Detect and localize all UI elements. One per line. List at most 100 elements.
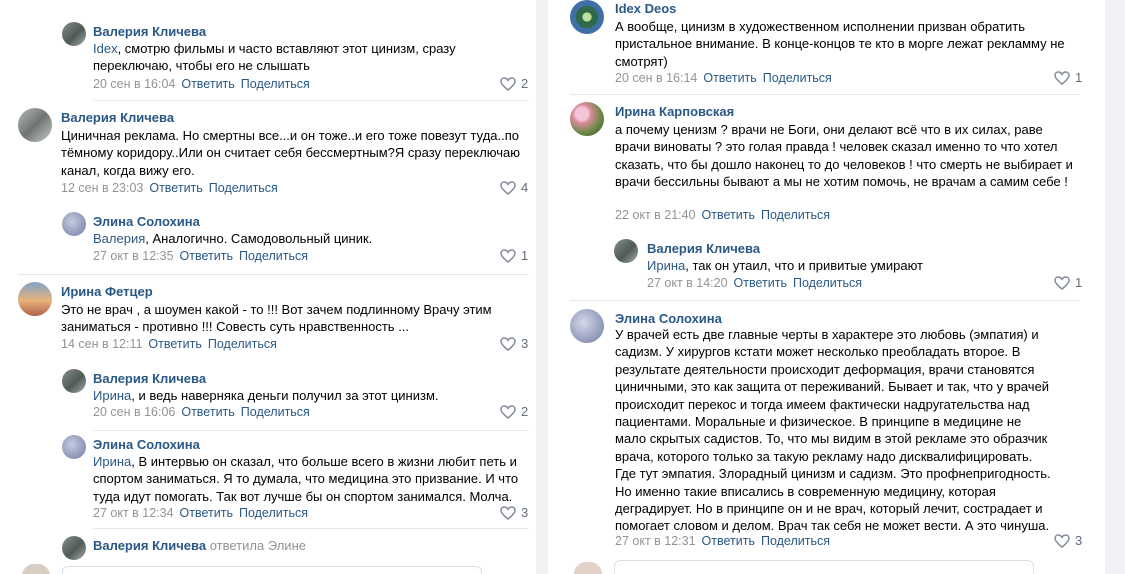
like-button[interactable]: 2 [500, 404, 528, 419]
avatar[interactable] [570, 102, 604, 136]
author-name[interactable]: Валерия Кличева [61, 110, 174, 125]
like-count: 3 [1075, 533, 1083, 548]
like-count: 3 [521, 336, 529, 351]
comment-text: Ирина, и ведь наверняка деньги получил з… [93, 388, 439, 403]
like-button[interactable]: 1 [500, 248, 528, 263]
reply-link[interactable]: Ответить [180, 506, 233, 520]
comment-date[interactable]: 27 окт в 14:20 [647, 276, 728, 290]
reply-link[interactable]: Ответить [181, 405, 234, 419]
like-button[interactable]: 2 [500, 76, 528, 91]
avatar[interactable] [570, 309, 604, 343]
author-name[interactable]: Валерия Кличева ответила Элине [93, 538, 306, 553]
comment-reply: Валерия Кличева Ирина, так он утаил, что… [614, 239, 1105, 295]
avatar[interactable] [62, 536, 86, 560]
heart-icon [1054, 275, 1070, 290]
like-button[interactable]: 3 [1054, 533, 1082, 548]
share-link[interactable]: Поделиться [793, 276, 862, 290]
comment-meta: 27 окт в 12:31 Ответить Поделиться [615, 534, 830, 548]
author-name[interactable]: Элина Солохина [615, 311, 722, 326]
left-comments-column: Валерия Кличева Idex, смотрю фильмы и ча… [0, 0, 536, 574]
right-comments-column: Idex Deos А вообще, цинизм в художествен… [548, 0, 1105, 574]
heart-icon [1054, 533, 1070, 548]
share-link[interactable]: Поделиться [239, 506, 308, 520]
avatar[interactable] [62, 369, 86, 393]
reply-link[interactable]: Ответить [702, 208, 755, 222]
author-name[interactable]: Ирина Карповская [615, 104, 734, 119]
reply-addressee[interactable]: Ирина [93, 388, 131, 403]
comment-meta: 12 сен в 23:03 Ответить Поделиться [61, 181, 278, 195]
reply-addressee[interactable]: Ирина [647, 258, 685, 273]
comment-date[interactable]: 27 окт в 12:34 [93, 506, 174, 520]
comment-date[interactable]: 22 окт в 21:40 [615, 208, 696, 222]
like-button[interactable]: 1 [1054, 70, 1082, 85]
heart-icon [500, 248, 516, 263]
like-button[interactable]: 3 [500, 336, 528, 351]
comment-date[interactable]: 12 сен в 23:03 [61, 181, 143, 195]
comment-input[interactable] [62, 566, 482, 574]
reply-link[interactable]: Ответить [180, 249, 233, 263]
avatar[interactable] [62, 212, 86, 236]
avatar[interactable] [22, 564, 50, 574]
reply-link[interactable]: Ответить [181, 77, 234, 91]
avatar[interactable] [18, 282, 52, 316]
avatar[interactable] [18, 108, 52, 142]
comment-meta: 22 окт в 21:40 Ответить Поделиться [615, 208, 830, 222]
like-count: 1 [521, 248, 529, 263]
share-link[interactable]: Поделиться [241, 405, 310, 419]
author-name[interactable]: Валерия Кличева [647, 241, 760, 256]
right-gutter [1105, 0, 1125, 574]
separator [93, 430, 529, 431]
reply-addressee[interactable]: Валерия [93, 231, 145, 246]
like-button[interactable]: 1 [1054, 275, 1082, 290]
author-name[interactable]: Ирина Фетцер [61, 284, 153, 299]
comment: Ирина Карповская а почему ценизм ? врачи… [570, 102, 1105, 226]
column-gutter [536, 0, 548, 574]
avatar[interactable] [570, 0, 604, 34]
share-link[interactable]: Поделиться [763, 71, 832, 85]
comment-text: Ирина, так он утаил, что и привитые умир… [647, 258, 924, 273]
heart-icon [500, 76, 516, 91]
comment-input[interactable] [614, 560, 1034, 574]
share-link[interactable]: Поделиться [761, 534, 830, 548]
author-name[interactable]: Idex Deos [615, 1, 676, 16]
comment-date[interactable]: 20 сен в 16:06 [93, 405, 175, 419]
author-name[interactable]: Элина Солохина [93, 214, 200, 229]
heart-icon [500, 180, 516, 195]
share-link[interactable]: Поделиться [761, 208, 830, 222]
comment-reply: Валерия Кличева ответила Элине [62, 536, 532, 560]
comment-text: а почему ценизм ? врачи не Боги, они дел… [615, 122, 1073, 190]
reply-addressee[interactable]: Ирина [93, 454, 131, 469]
comment-meta: 20 сен в 16:04 Ответить Поделиться [93, 77, 310, 91]
comment-date[interactable]: 27 окт в 12:31 [615, 534, 696, 548]
avatar[interactable] [62, 22, 86, 46]
reply-link[interactable]: Ответить [149, 181, 202, 195]
comment-meta: 27 окт в 12:34 Ответить Поделиться [93, 506, 308, 520]
share-link[interactable]: Поделиться [208, 337, 277, 351]
like-button[interactable]: 3 [500, 505, 528, 520]
comment-date[interactable]: 20 сен в 16:04 [93, 77, 175, 91]
avatar[interactable] [614, 239, 638, 263]
reply-link[interactable]: Ответить [148, 337, 201, 351]
author-name[interactable]: Элина Солохина [93, 437, 200, 452]
comment: Валерия Кличева Циничная реклама. Но сме… [18, 108, 532, 198]
reply-addressee[interactable]: Idex [93, 41, 118, 56]
share-link[interactable]: Поделиться [241, 77, 310, 91]
author-name[interactable]: Валерия Кличева [93, 24, 206, 39]
comment-date[interactable]: 14 сен в 12:11 [61, 337, 142, 351]
comment-text: У врачей есть две главные черты в характ… [615, 327, 1051, 534]
share-link[interactable]: Поделиться [209, 181, 278, 195]
comment-date[interactable]: 27 окт в 12:35 [93, 249, 174, 263]
reply-link[interactable]: Ответить [734, 276, 787, 290]
comment-date[interactable]: 20 сен в 16:14 [615, 71, 697, 85]
comment-text: Ирина, В интервью он сказал, что больше … [93, 454, 519, 504]
share-link[interactable]: Поделиться [239, 249, 308, 263]
comment-meta: 27 окт в 12:35 Ответить Поделиться [93, 249, 308, 263]
reply-link[interactable]: Ответить [702, 534, 755, 548]
author-name[interactable]: Валерия Кличева [93, 371, 206, 386]
avatar[interactable] [574, 562, 602, 574]
comment-reply: Валерия Кличева Ирина, и ведь наверняка … [62, 369, 532, 425]
like-button[interactable]: 4 [500, 180, 528, 195]
heart-icon [500, 505, 516, 520]
reply-link[interactable]: Ответить [703, 71, 756, 85]
avatar[interactable] [62, 435, 86, 459]
